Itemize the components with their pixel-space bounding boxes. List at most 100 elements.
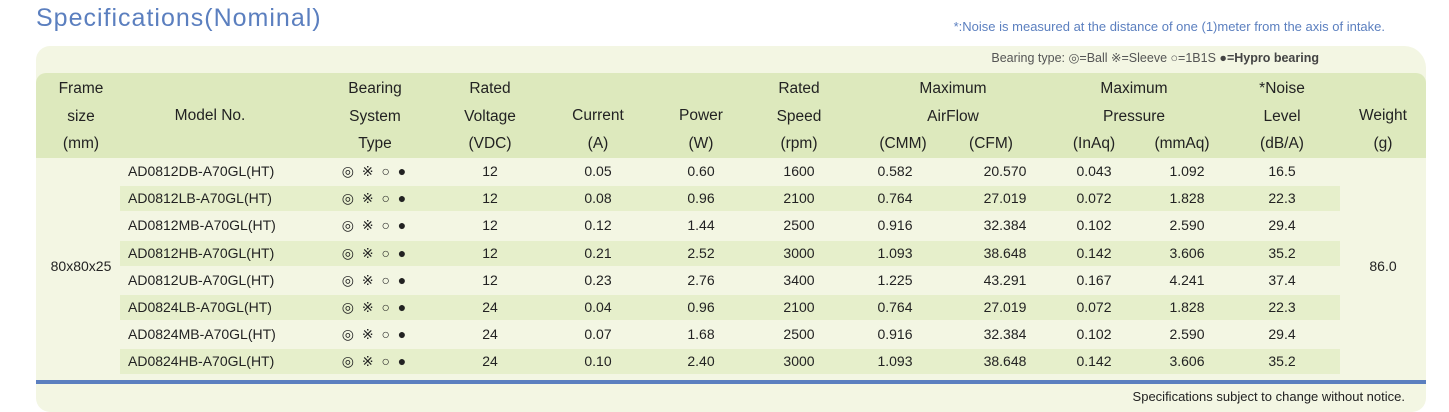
cell-mmaq: 2.590 xyxy=(1169,326,1205,343)
cell-model: AD0824MB-A70GL(HT) xyxy=(128,326,276,343)
cell-noise: 29.4 xyxy=(1268,326,1296,343)
header-current: Current (A) xyxy=(548,102,648,157)
header-voltage-line2: Voltage xyxy=(464,107,516,125)
cell-current: 0.05 xyxy=(584,163,612,179)
cell-cmm: 0.916 xyxy=(877,326,913,343)
cell-bearing: ◎ ※ ○ ● xyxy=(341,217,409,234)
cell-model: AD0812MB-A70GL(HT) xyxy=(128,217,276,234)
cell-voltage: 12 xyxy=(482,217,498,234)
cell-model: AD0824HB-A70GL(HT) xyxy=(128,353,275,370)
header-airflow-line1: Maximum xyxy=(919,80,987,97)
cell-model: AD0812DB-A70GL(HT) xyxy=(128,163,275,179)
header-pressure-line1: Maximum xyxy=(1100,80,1168,97)
cell-current: 0.04 xyxy=(584,299,612,315)
header-power-line1: Power xyxy=(679,107,723,124)
cell-mmaq: 4.241 xyxy=(1169,271,1205,288)
cell-speed: 2500 xyxy=(783,217,815,234)
bearing-legend-prefix: Bearing type: xyxy=(991,51,1069,65)
table-row: AD0812LB-A70GL(HT) ◎ ※ ○ ● 12 0.08 0.96 2100 0… xyxy=(120,186,1340,212)
cell-cfm: 20.570 xyxy=(983,163,1027,179)
header-frame-size: Frame size (mm) xyxy=(36,75,126,158)
cell-voltage: 24 xyxy=(482,353,498,370)
table-row: AD0824LB-A70GL(HT) ◎ ※ ○ ● 24 0.04 0.96 2100 0… xyxy=(120,295,1340,320)
cell-speed: 3400 xyxy=(783,271,815,288)
cell-power: 2.76 xyxy=(687,271,715,288)
cell-cfm: 27.019 xyxy=(983,190,1027,207)
cell-model: AD0824LB-A70GL(HT) xyxy=(128,299,272,315)
bearing-legend-hypro: ●=Hypro bearing xyxy=(1219,51,1319,65)
header-speed: Rated Speed (rpm) xyxy=(749,75,849,158)
cell-voltage: 24 xyxy=(482,326,498,343)
cell-bearing: ◎ ※ ○ ● xyxy=(341,299,409,315)
header-weight-line1: Weight xyxy=(1359,107,1407,124)
cell-bearing: ◎ ※ ○ ● xyxy=(341,190,409,207)
cell-inaq: 0.072 xyxy=(1076,190,1112,207)
cell-voltage: 12 xyxy=(482,190,498,207)
header-frame-line2: size xyxy=(67,107,95,125)
cell-mmaq: 1.092 xyxy=(1169,163,1205,179)
cell-power: 0.96 xyxy=(687,299,715,315)
cell-inaq: 0.142 xyxy=(1076,244,1112,261)
cell-noise: 16.5 xyxy=(1268,163,1296,179)
table-row: AD0812HB-A70GL(HT) ◎ ※ ○ ● 12 0.21 2.52 3000 1… xyxy=(120,240,1340,266)
cell-speed: 3000 xyxy=(783,353,815,370)
cell-cfm: 27.019 xyxy=(983,299,1027,315)
table-bottom-rule xyxy=(36,380,1426,384)
cell-speed: 2500 xyxy=(783,326,815,343)
cell-noise: 29.4 xyxy=(1268,217,1296,234)
cell-cmm: 1.093 xyxy=(877,353,913,370)
table-row: AD0824HB-A70GL(HT) ◎ ※ ○ ● 24 0.10 2.40 3000 1… xyxy=(120,349,1340,375)
cell-power: 0.60 xyxy=(687,163,715,179)
cell-speed: 3000 xyxy=(783,244,815,261)
header-inaq: (InAq) xyxy=(1072,135,1116,152)
header-current-line1: Current xyxy=(572,107,624,124)
cell-power: 2.40 xyxy=(687,353,715,370)
cell-bearing: ◎ ※ ○ ● xyxy=(341,244,409,261)
header-noise-line3: (dB/A) xyxy=(1260,135,1304,152)
cell-inaq: 0.102 xyxy=(1076,217,1112,234)
header-frame-line1: Frame xyxy=(58,80,104,97)
cell-speed: 2100 xyxy=(783,190,815,207)
header-noise-line2: Level xyxy=(1263,107,1301,125)
header-voltage-line3: (VDC) xyxy=(468,135,512,152)
header-voltage: Rated Voltage (VDC) xyxy=(440,75,540,158)
cell-inaq: 0.167 xyxy=(1076,271,1112,288)
cell-bearing: ◎ ※ ○ ● xyxy=(341,353,409,370)
cell-speed: 2100 xyxy=(783,299,815,315)
cell-noise: 22.3 xyxy=(1268,190,1296,207)
cell-voltage: 12 xyxy=(482,271,498,288)
cell-power: 1.68 xyxy=(687,326,715,343)
table-row: AD0812MB-A70GL(HT) ◎ ※ ○ ● 12 0.12 1.44 2500 0… xyxy=(120,213,1340,238)
header-current-line2: (A) xyxy=(587,134,609,152)
header-cmm: (CMM) xyxy=(879,135,927,152)
header-airflow: Maximum AirFlow xyxy=(863,75,1043,130)
cell-current: 0.07 xyxy=(584,326,612,343)
cell-cfm: 38.648 xyxy=(983,244,1027,261)
cell-inaq: 0.142 xyxy=(1076,353,1112,370)
header-pressure: Maximum Pressure xyxy=(1054,75,1214,130)
cell-current: 0.21 xyxy=(584,244,612,261)
header-mmaq: (mmAq) xyxy=(1154,135,1210,152)
cell-current: 0.10 xyxy=(584,353,612,370)
cell-noise: 22.3 xyxy=(1268,299,1296,315)
cell-noise: 35.2 xyxy=(1268,353,1296,370)
cell-voltage: 12 xyxy=(482,163,498,179)
header-power-line2: (W) xyxy=(688,134,714,152)
header-bearing-line3: Type xyxy=(358,135,392,152)
footer-note: Specifications subject to change without… xyxy=(1132,389,1405,404)
cell-cmm: 0.582 xyxy=(877,163,913,179)
bearing-legend-text: ◎=Ball ※=Sleeve ○=1B1S xyxy=(1068,51,1220,65)
cell-mmaq: 3.606 xyxy=(1169,244,1205,261)
header-airflow-line2: AirFlow xyxy=(927,107,979,125)
noise-note: *:Noise is measured at the distance of o… xyxy=(953,19,1385,34)
header-bearing: Bearing System Type xyxy=(325,75,425,158)
cell-current: 0.23 xyxy=(584,271,612,288)
header-noise: *Noise Level (dB/A) xyxy=(1232,75,1332,158)
cell-inaq: 0.072 xyxy=(1076,299,1112,315)
frame-size-value: 80x80x25 xyxy=(50,258,112,274)
header-noise-line1: *Noise xyxy=(1259,80,1305,97)
cell-model: AD0812LB-A70GL(HT) xyxy=(128,190,272,207)
header-bearing-line1: Bearing xyxy=(348,80,402,97)
cell-cfm: 43.291 xyxy=(983,271,1027,288)
cell-cfm: 38.648 xyxy=(983,353,1027,370)
